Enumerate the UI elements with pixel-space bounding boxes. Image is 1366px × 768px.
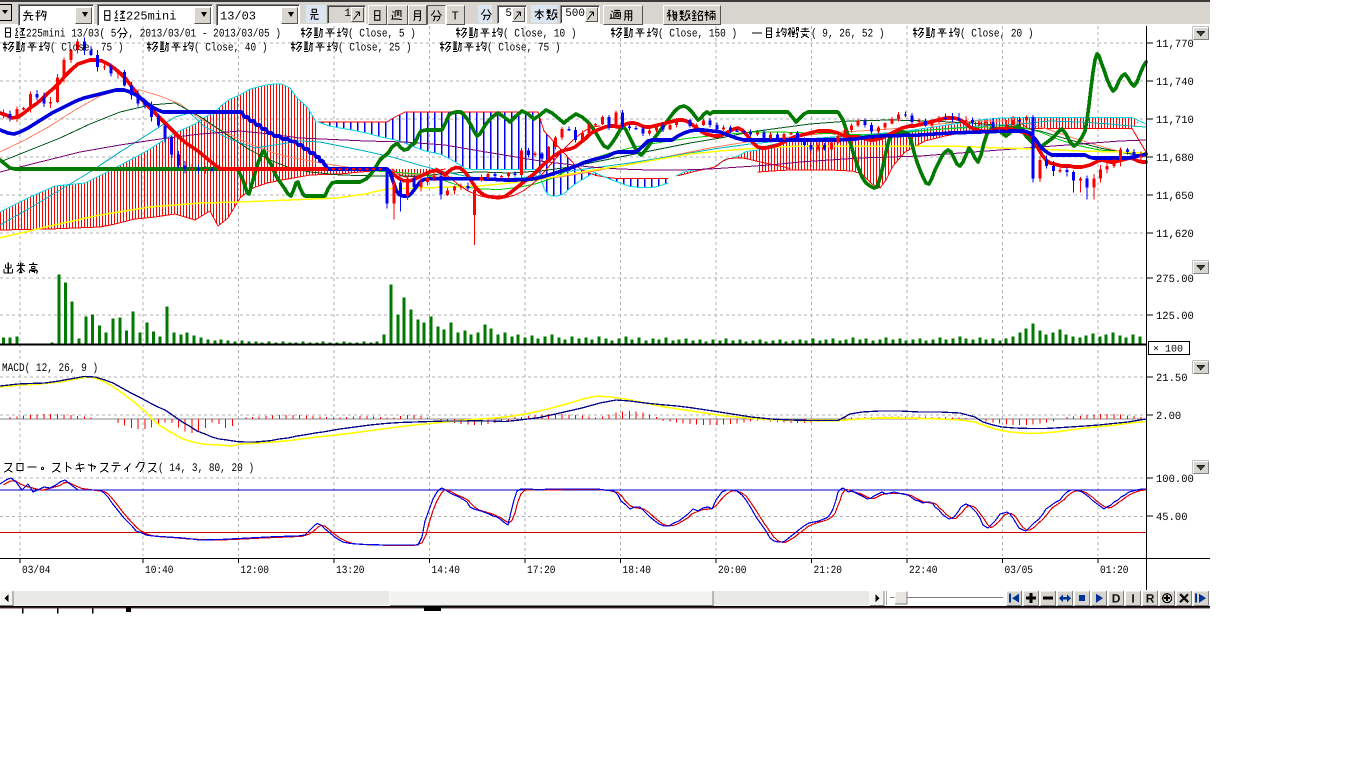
svg-text:10:40: 10:40 <box>145 565 174 577</box>
svg-text:11,620: 11,620 <box>1156 229 1194 241</box>
svg-text:× 100: × 100 <box>1153 345 1183 356</box>
svg-text:11,710: 11,710 <box>1156 115 1194 127</box>
svg-text:03/04: 03/04 <box>22 565 51 577</box>
svg-text:22:40: 22:40 <box>909 565 938 577</box>
svg-text:45.00: 45.00 <box>1156 512 1188 524</box>
svg-text:17:20: 17:20 <box>527 565 556 577</box>
svg-text:I: I <box>1131 591 1134 605</box>
svg-text:11,740: 11,740 <box>1156 77 1194 89</box>
svg-text:21:20: 21:20 <box>814 565 843 577</box>
svg-text:( 9, 26, 52 ): ( 9, 26, 52 ) <box>811 28 885 41</box>
svg-text:13:20: 13:20 <box>336 565 365 577</box>
svg-text:225mini: 225mini <box>126 9 176 23</box>
svg-text:( Close, 40 ): ( Close, 40 ) <box>194 42 268 55</box>
svg-text:100.00: 100.00 <box>1156 474 1194 486</box>
svg-text:R: R <box>1146 591 1155 605</box>
svg-text:( Close, 20 ): ( Close, 20 ) <box>960 28 1034 41</box>
svg-text:225mini 13/03( 5: 225mini 13/03( 5 <box>26 28 116 41</box>
svg-text:01:20: 01:20 <box>1100 565 1129 577</box>
svg-text:( Close, 75 ): ( Close, 75 ) <box>487 42 561 55</box>
svg-text:275.00: 275.00 <box>1156 274 1194 286</box>
svg-text:21.50: 21.50 <box>1156 373 1188 385</box>
svg-text:( 14, 3, 80, 20 ): ( 14, 3, 80, 20 ) <box>158 462 254 475</box>
svg-text:, 2013/03/01 - 2013/03/05 ): , 2013/03/01 - 2013/03/05 ) <box>128 28 281 41</box>
svg-text:( Close, 10 ): ( Close, 10 ) <box>503 28 577 41</box>
svg-text:T: T <box>451 9 458 23</box>
svg-text:11,650: 11,650 <box>1156 191 1194 203</box>
svg-text:11,770: 11,770 <box>1156 39 1194 51</box>
svg-text:( Close, 75 ): ( Close, 75 ) <box>50 42 124 55</box>
svg-text:12:00: 12:00 <box>241 565 270 577</box>
svg-text:2.00: 2.00 <box>1156 411 1181 423</box>
svg-text:( Close, 5 ): ( Close, 5 ) <box>348 28 416 41</box>
svg-text:20:00: 20:00 <box>718 565 747 577</box>
svg-text:125.00: 125.00 <box>1156 311 1194 323</box>
svg-text:( Close, 25 ): ( Close, 25 ) <box>338 42 412 55</box>
svg-text:13/03: 13/03 <box>220 9 256 23</box>
svg-text:D: D <box>1112 591 1121 605</box>
svg-text:( Close, 150 ): ( Close, 150 ) <box>658 28 737 41</box>
svg-text:18:40: 18:40 <box>623 565 652 577</box>
svg-text:11,680: 11,680 <box>1156 153 1194 165</box>
svg-text:03/05: 03/05 <box>1005 565 1034 577</box>
svg-text:MACD( 12, 26, 9 ): MACD( 12, 26, 9 ) <box>2 362 98 375</box>
svg-text:14:40: 14:40 <box>432 565 461 577</box>
